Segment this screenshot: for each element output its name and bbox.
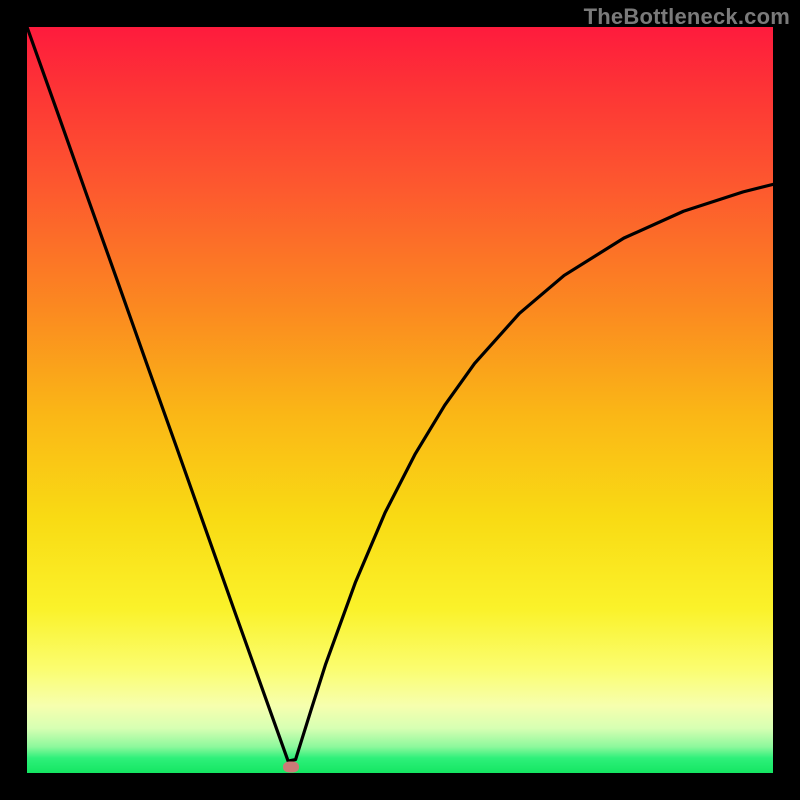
chart-frame: TheBottleneck.com bbox=[0, 0, 800, 800]
bottleneck-curve bbox=[27, 27, 773, 773]
plot-area bbox=[27, 27, 773, 773]
optimum-marker bbox=[283, 762, 299, 773]
watermark-text: TheBottleneck.com bbox=[584, 4, 790, 30]
